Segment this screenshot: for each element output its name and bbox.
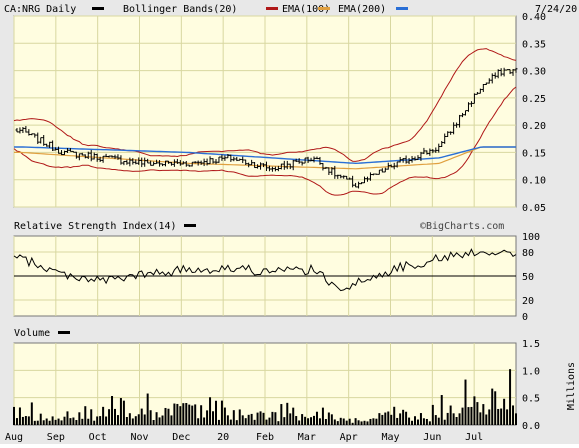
y-tick-label: 0.15	[522, 148, 546, 159]
x-tick-label: Nov	[130, 432, 148, 443]
x-tick-label: Dec	[172, 432, 190, 443]
y-tick-label: 0.30	[522, 67, 546, 78]
ema200-legend-swatch	[396, 7, 408, 10]
rsi-tick-label: 0	[522, 312, 528, 323]
x-tick-label: 20	[217, 432, 229, 443]
volume-tick-label: 1.5	[522, 339, 540, 350]
rsi-tick-label: 20	[522, 296, 534, 307]
volume-tick-label: 1.0	[522, 366, 540, 377]
x-tick-label: Feb	[256, 432, 274, 443]
ema100-legend-swatch	[318, 7, 330, 10]
header-bollinger: Bollinger Bands(20)	[123, 4, 237, 15]
volume-tick-label: 0.5	[522, 394, 540, 405]
y-tick-label: 0.40	[522, 12, 546, 23]
rsi-tick-label: 50	[522, 272, 534, 283]
chart-stage: CA:NRG Daily Bollinger Bands(20) EMA(100…	[0, 0, 579, 444]
x-tick-label: Apr	[340, 432, 358, 443]
volume-title: Volume	[14, 328, 50, 339]
watermark: ©BigCharts.com	[420, 221, 504, 232]
price-legend-swatch	[92, 7, 104, 10]
volume-legend-swatch	[58, 331, 70, 334]
volume-tick-label: 0.0	[522, 421, 540, 432]
x-tick-label: Jul	[465, 432, 483, 443]
volume-unit-label: Millions	[566, 362, 577, 410]
y-tick-label: 0.35	[522, 39, 546, 50]
chart-svg: CA:NRG Daily Bollinger Bands(20) EMA(100…	[4, 4, 577, 443]
header-symbol: CA:NRG Daily	[4, 4, 76, 15]
x-tick-label: May	[381, 432, 399, 443]
rsi-legend-swatch	[184, 224, 196, 227]
y-tick-label: 0.20	[522, 121, 546, 132]
rsi-title: Relative Strength Index(14)	[14, 221, 177, 232]
x-tick-label: Sep	[47, 432, 65, 443]
x-tick-label: Jun	[423, 432, 441, 443]
header-ema200: EMA(200)	[338, 4, 386, 15]
x-tick-label: Oct	[89, 432, 107, 443]
x-tick-label: Mar	[298, 432, 316, 443]
rsi-tick-label: 100	[522, 232, 540, 243]
rsi-tick-label: 80	[522, 248, 534, 259]
x-tick-label: Aug	[5, 432, 23, 443]
bollinger-legend-swatch	[266, 7, 278, 10]
y-tick-label: 0.05	[522, 203, 546, 214]
y-tick-label: 0.10	[522, 176, 546, 187]
y-tick-label: 0.25	[522, 94, 546, 105]
